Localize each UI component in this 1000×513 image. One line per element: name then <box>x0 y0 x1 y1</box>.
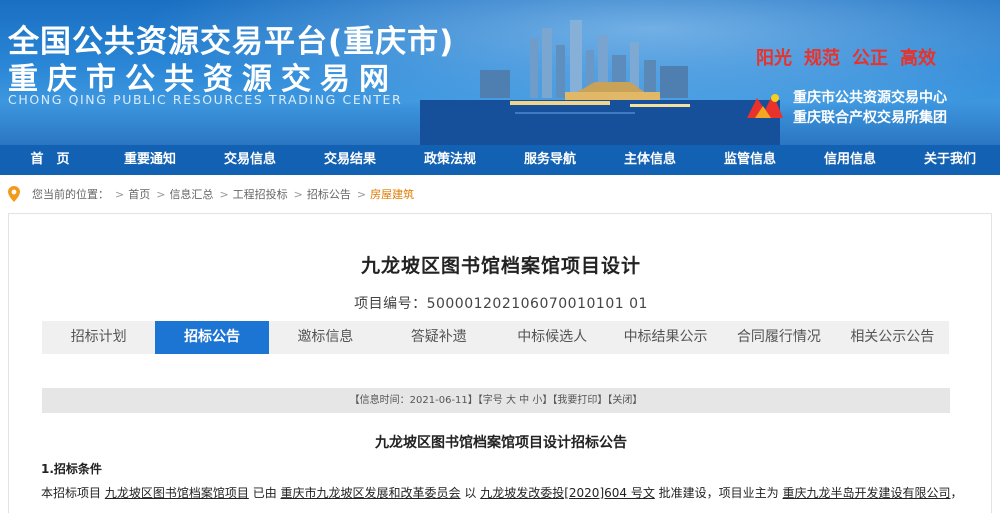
para-text: 以 <box>464 486 477 500</box>
font-size-small-link[interactable]: 小 <box>532 395 542 406</box>
notice-paragraph: 本招标项目 九龙坡区图书馆档案馆项目 已由 重庆市九龙坡区发展和改革委员会 以 … <box>41 484 963 501</box>
breadcrumb-item-tender-notice[interactable]: 招标公告 <box>307 186 351 202</box>
tab-related-notices[interactable]: 相关公示公告 <box>836 321 949 354</box>
breadcrumb-separator: > <box>115 187 125 201</box>
para-text: ， <box>950 486 963 500</box>
breadcrumb-item-engineering[interactable]: 工程招投标 <box>233 186 288 202</box>
print-link[interactable]: 【我要打印】 <box>552 395 607 406</box>
org-logo-icon <box>747 94 783 118</box>
nav-item-trade-info[interactable]: 交易信息 <box>200 145 300 175</box>
para-owner: 重庆九龙半岛开发建设有限公司 <box>782 486 951 500</box>
para-project-name: 九龙坡区图书馆档案馆项目 <box>104 486 249 500</box>
breadcrumb-separator: > <box>356 187 367 201</box>
info-bar: 【信息时间：2021-06-11】【字号 大 中 小】【我要打印】【关闭】 <box>42 388 950 413</box>
close-link[interactable]: 【关闭】 <box>607 395 642 406</box>
para-text: 批准建设，项目业主为 <box>658 486 779 500</box>
slogans: 阳光 规范 公正 高效 <box>756 44 948 70</box>
nav-item-regulation[interactable]: 监管信息 <box>700 145 800 175</box>
font-size-large-link[interactable]: 大 <box>506 395 516 406</box>
project-tabs: 招标计划 招标公告 邀标信息 答疑补遗 中标候选人 中标结果公示 合同履行情况 … <box>42 321 949 354</box>
breadcrumb-item-home[interactable]: 首页 <box>128 186 150 202</box>
breadcrumb-separator: > <box>293 187 303 201</box>
breadcrumb-item-summary[interactable]: 信息汇总 <box>169 186 213 202</box>
org-name-2: 重庆联合产权交易所集团 <box>793 110 947 126</box>
para-approval-doc: 九龙坡发改委投[2020]604 号文 <box>480 486 655 500</box>
location-pin-icon <box>8 186 20 202</box>
para-approver: 重庆市九龙坡区发展和改革委员会 <box>280 486 461 500</box>
nav-item-policies[interactable]: 政策法规 <box>400 145 500 175</box>
para-text: 本招标项目 <box>41 486 102 500</box>
nav-item-entity-info[interactable]: 主体信息 <box>600 145 700 175</box>
font-size-medium-link[interactable]: 中 <box>519 395 529 406</box>
tab-winning-result[interactable]: 中标结果公示 <box>609 321 722 354</box>
header-banner: 全国公共资源交易平台(重庆市) 重庆市公共资源交易网 CHONG QING PU… <box>0 0 1000 145</box>
breadcrumb-prefix: 您当前的位置： <box>32 188 109 201</box>
tab-invitation[interactable]: 邀标信息 <box>269 321 382 354</box>
notice-title: 九龙坡区图书馆档案馆项目设计招标公告 <box>375 435 627 451</box>
breadcrumb-item-housing[interactable]: 房屋建筑 <box>370 186 414 202</box>
slogan-item: 高效 <box>900 48 936 69</box>
breadcrumb: 您当前的位置： > 首页 > 信息汇总 > 工程招投标 > 招标公告 > 房屋建… <box>0 175 1000 213</box>
slogan-item: 阳光 <box>756 48 792 69</box>
nav-item-trade-results[interactable]: 交易结果 <box>300 145 400 175</box>
nav-item-about[interactable]: 关于我们 <box>900 145 1000 175</box>
project-title: 九龙坡区图书馆档案馆项目设计 <box>360 255 641 277</box>
tab-tender-notice[interactable]: 招标公告 <box>155 321 269 354</box>
slogan-item: 公正 <box>852 48 888 69</box>
nav-item-service-guide[interactable]: 服务导航 <box>500 145 600 175</box>
city-skyline-image <box>420 20 780 145</box>
breadcrumb-separator: > <box>219 187 229 201</box>
tab-winning-candidates[interactable]: 中标候选人 <box>496 321 609 354</box>
nav-item-notices[interactable]: 重要通知 <box>100 145 200 175</box>
main-nav: 首 页 重要通知 交易信息 交易结果 政策法规 服务导航 主体信息 监管信息 信… <box>0 145 1000 175</box>
site-english-title: CHONG QING PUBLIC RESOURCES TRADING CENT… <box>8 92 403 107</box>
para-text: 已由 <box>252 486 277 500</box>
nav-item-credit[interactable]: 信用信息 <box>800 145 900 175</box>
org-names: 重庆市公共资源交易中心 重庆联合产权交易所集团 <box>793 88 947 128</box>
slogan-item: 规范 <box>804 48 840 69</box>
font-size-label: 【字号 <box>477 395 503 406</box>
tab-qa-supplement[interactable]: 答疑补遗 <box>382 321 495 354</box>
info-date: 【信息时间：2021-06-11】 <box>349 395 478 406</box>
content-panel: 九龙坡区图书馆档案馆项目设计 项目编号：50000120210607001010… <box>8 213 992 513</box>
section-heading: 1.招标条件 <box>41 462 102 476</box>
project-number: 项目编号：500001202106070010101 01 <box>354 296 648 312</box>
breadcrumb-separator: > <box>156 187 166 201</box>
tab-tender-plan[interactable]: 招标计划 <box>42 321 155 354</box>
tab-contract-performance[interactable]: 合同履行情况 <box>722 321 835 354</box>
nav-item-home[interactable]: 首 页 <box>0 145 100 175</box>
font-size-bracket: 】 <box>542 395 553 406</box>
org-name-1: 重庆市公共资源交易中心 <box>793 90 947 106</box>
